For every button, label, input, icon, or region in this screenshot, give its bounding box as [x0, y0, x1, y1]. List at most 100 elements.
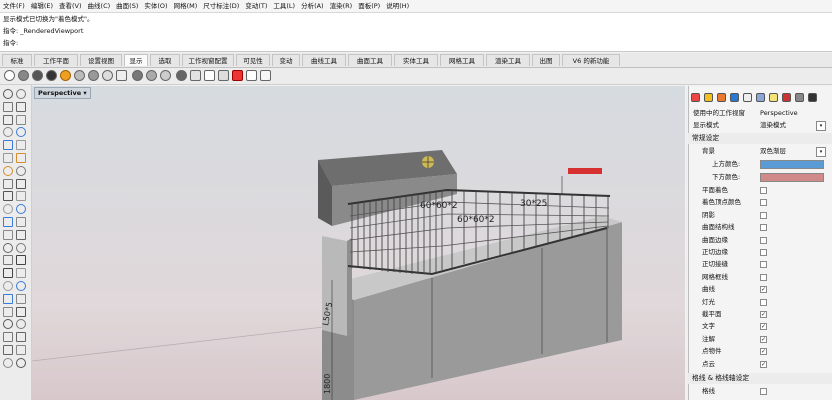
display-option-checkbox[interactable] — [760, 249, 767, 256]
menu-item[interactable]: 变动(T) — [242, 0, 270, 12]
display-option-row[interactable]: 曲面结构线 — [688, 222, 828, 233]
menu-item[interactable]: 说明(H) — [383, 0, 412, 12]
tool-icon[interactable] — [3, 319, 13, 330]
display-option-checkbox[interactable]: ✓ — [760, 348, 767, 356]
tool-icon[interactable] — [3, 217, 13, 227]
display-option-checkbox[interactable]: ✓ — [760, 335, 767, 343]
display-option-checkbox[interactable]: ✓ — [760, 311, 767, 318]
cplane-icon[interactable] — [218, 70, 229, 81]
display-tab-icon[interactable] — [756, 93, 765, 102]
top-color-row[interactable]: 上方颜色: — [688, 159, 828, 170]
tool-icon[interactable] — [16, 114, 26, 125]
display-mode-value[interactable]: 渲染模式 — [760, 120, 786, 131]
perspective-viewport[interactable]: 60*60*2 60*60*2 30*25 L50*5 1800 — [32, 86, 685, 400]
display-option-checkbox[interactable]: ✓ — [760, 360, 767, 368]
tool-icon[interactable] — [3, 357, 13, 368]
help-tab-icon[interactable] — [782, 93, 791, 102]
axes-toggle-icon[interactable] — [204, 70, 215, 81]
tool-icon[interactable] — [3, 165, 13, 176]
grid-settings-header[interactable]: 格线 & 格线轴设定 — [688, 373, 832, 384]
menu-item[interactable]: 实体(O) — [141, 0, 170, 12]
toolbar-tab[interactable]: 工作平面 — [34, 54, 78, 66]
display-options-icon[interactable] — [116, 70, 127, 81]
ghosted-sphere-icon[interactable] — [46, 70, 57, 81]
display-option-row[interactable]: 阴影 — [688, 210, 828, 221]
menu-item[interactable]: 查看(V) — [56, 0, 85, 12]
toolbar-tab[interactable]: V6 的新功能 — [562, 54, 620, 66]
lights-tab-icon[interactable] — [769, 93, 778, 102]
display-option-row[interactable]: 正切边缘 — [688, 247, 828, 258]
pen-sphere-icon[interactable] — [102, 70, 113, 81]
tool-icon[interactable] — [3, 89, 13, 99]
toolbar-tab[interactable]: 标准 — [2, 54, 32, 66]
panel-options-icon[interactable] — [808, 93, 817, 102]
tool-icon[interactable] — [3, 114, 13, 125]
grid-checkbox[interactable] — [760, 388, 767, 395]
menu-item[interactable]: 面板(P) — [355, 0, 383, 12]
display-option-row[interactable]: 文字 ✓ — [688, 321, 828, 332]
display-mode-row[interactable]: 显示模式 渲染模式 ▾ — [688, 120, 828, 131]
properties-tab-icon[interactable] — [691, 93, 700, 102]
tool-icon[interactable] — [3, 127, 13, 138]
tool-icon[interactable] — [3, 153, 13, 163]
menu-item[interactable]: 工具(L) — [270, 0, 298, 12]
tool-icon[interactable] — [3, 242, 13, 253]
viewport-title[interactable]: Perspective ▾ — [34, 87, 91, 99]
display-option-row[interactable]: 曲线 ✓ — [688, 284, 828, 295]
grid-row[interactable]: 格线 — [688, 386, 828, 397]
chevron-down-icon[interactable]: ▾ — [816, 121, 826, 131]
show-object-icon[interactable] — [246, 70, 257, 81]
toolbar-tab[interactable]: 可见性 — [236, 54, 270, 66]
tool-icon[interactable] — [16, 140, 26, 151]
wireframe-icon[interactable] — [4, 70, 15, 81]
background-value[interactable]: 双色渐层 — [760, 146, 786, 157]
materials-tab-icon[interactable] — [730, 93, 739, 102]
display-option-checkbox[interactable] — [760, 211, 767, 219]
menu-item[interactable]: 尺寸标注(D) — [200, 0, 242, 12]
bottom-color-row[interactable]: 下方颜色: — [688, 172, 828, 183]
tool-icon[interactable] — [16, 306, 26, 317]
menu-item[interactable]: 曲面(S) — [113, 0, 141, 12]
tool-icon[interactable] — [16, 127, 26, 138]
background-row[interactable]: 背景 双色渐层 ▾ — [688, 146, 828, 157]
artistic-sphere-icon[interactable] — [88, 70, 99, 81]
hide-object-icon[interactable] — [232, 70, 243, 81]
display-option-checkbox[interactable]: ✓ — [760, 286, 767, 294]
tool-icon[interactable] — [3, 178, 13, 189]
toolbar-tab[interactable]: 选取 — [150, 54, 180, 66]
toolbar-tab[interactable]: 显示 — [124, 54, 148, 66]
display-option-row[interactable]: 点云 ✓ — [688, 359, 828, 370]
tool-icon[interactable] — [3, 229, 13, 240]
tool-icon[interactable] — [3, 255, 13, 266]
grid-toggle-icon[interactable] — [190, 70, 201, 81]
tool-icon[interactable] — [16, 204, 26, 215]
display-option-row[interactable]: 曲面边缘 — [688, 235, 828, 246]
display-option-row[interactable]: 平面着色 — [688, 185, 828, 196]
shaded-sphere-icon[interactable] — [18, 70, 29, 81]
tool-icon[interactable] — [16, 293, 26, 304]
tool-icon[interactable] — [3, 332, 13, 343]
layers-tab-icon[interactable] — [704, 93, 713, 102]
toolbar-tab[interactable]: 出图 — [532, 54, 560, 66]
tool-icon[interactable] — [16, 101, 26, 112]
tool-icon[interactable] — [16, 178, 26, 189]
toolbar-tab[interactable]: 曲面工具 — [348, 54, 392, 66]
display-option-row[interactable]: 截平面 ✓ — [688, 309, 828, 320]
tool-icon[interactable] — [3, 191, 13, 202]
toolbar-tab[interactable]: 渲染工具 — [486, 54, 530, 66]
shade-selected-icon[interactable] — [132, 70, 143, 81]
lock-object-icon[interactable] — [260, 70, 271, 81]
tool-icon[interactable] — [16, 191, 26, 202]
display-option-checkbox[interactable] — [760, 298, 767, 306]
menu-item[interactable]: 曲线(C) — [85, 0, 114, 12]
tool-icon[interactable] — [3, 306, 13, 317]
toolbar-tab[interactable]: 网格工具 — [440, 54, 484, 66]
tool-icon[interactable] — [16, 345, 26, 355]
display-option-checkbox[interactable] — [760, 199, 767, 207]
unshade-icon[interactable] — [146, 70, 157, 81]
display-option-row[interactable]: 点物件 ✓ — [688, 346, 828, 357]
tool-icon[interactable] — [16, 153, 26, 163]
menu-item[interactable]: 渲染(R) — [327, 0, 356, 12]
tool-icon[interactable] — [3, 101, 13, 112]
menu-item[interactable]: 文件(F) — [0, 0, 28, 12]
